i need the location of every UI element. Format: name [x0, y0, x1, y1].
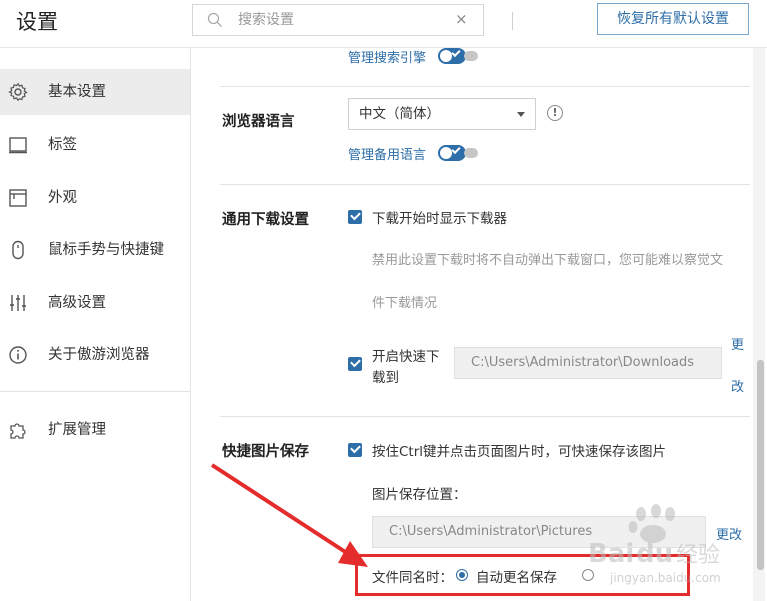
language-select[interactable]: 中文（简体） — [348, 98, 536, 130]
sidebar-item-label: 鼠标手势与快捷键 — [48, 242, 164, 258]
sidebar-item-mouse-gestures[interactable]: 鼠标手势与快捷键 — [0, 227, 190, 273]
section-divider — [220, 86, 750, 87]
sidebar-item-extensions[interactable]: 扩展管理 — [0, 407, 190, 453]
sidebar-divider — [0, 391, 190, 392]
show-downloader-label: 下载开始时显示下载器 — [372, 211, 507, 227]
change-download-path-link-line2[interactable]: 改 — [731, 376, 744, 395]
svg-text:jingyan.baidu.com: jingyan.baidu.com — [609, 571, 721, 585]
show-downloader-checkbox[interactable] — [348, 210, 362, 224]
tab-icon — [9, 137, 27, 154]
svg-text:Bai: Bai — [588, 539, 634, 569]
download-note-line1: 禁用此设置下载时将不自动弹出下载窗口，您可能难以察觉文 — [372, 253, 724, 268]
appearance-icon — [9, 189, 27, 207]
sidebar: 基本设置 标签 外观 鼠标手势与快捷键 高级设置 关于傲游浏览器 扩展管理 — [0, 48, 191, 601]
download-note-line2: 件下载情况 — [372, 296, 438, 311]
info-icon — [9, 346, 27, 364]
app-title: 设置 — [16, 10, 58, 34]
search-icon — [207, 12, 222, 27]
section-divider — [220, 184, 750, 185]
info-icon[interactable]: ! — [547, 105, 563, 121]
clear-search-icon[interactable]: × — [455, 10, 468, 28]
sidebar-item-label: 高级设置 — [48, 295, 106, 311]
sidebar-item-label: 关于傲游浏览器 — [48, 347, 150, 363]
language-select-value: 中文（简体） — [359, 106, 440, 122]
sidebar-item-label: 扩展管理 — [48, 422, 106, 438]
sidebar-item-basic-settings[interactable]: 基本设置 — [0, 69, 190, 115]
change-download-path-link-line1[interactable]: 更 — [731, 334, 744, 353]
sidebar-item-about[interactable]: 关于傲游浏览器 — [0, 332, 190, 378]
scrollbar-thumb[interactable] — [757, 360, 764, 570]
language-toggle[interactable] — [438, 144, 478, 161]
sidebar-item-advanced[interactable]: 高级设置 — [0, 280, 190, 326]
mouse-icon — [12, 240, 24, 260]
manage-search-engines-link[interactable]: 管理搜索引擎 — [348, 48, 426, 66]
sidebar-item-tabs[interactable]: 标签 — [0, 122, 190, 168]
restore-defaults-button[interactable]: 恢复所有默认设置 — [597, 3, 749, 35]
baidu-jingyan-watermark-logo: Bai du 经验 jingyan.baidu.com — [588, 504, 721, 585]
fast-download-checkbox[interactable] — [348, 357, 362, 371]
search-input[interactable] — [238, 5, 438, 35]
download-settings-title: 通用下载设置 — [222, 212, 309, 228]
sidebar-item-label: 基本设置 — [48, 84, 106, 100]
browser-language-title: 浏览器语言 — [222, 114, 295, 130]
fast-download-label-line1: 开启快速下 — [372, 349, 440, 365]
manage-languages-link[interactable]: 管理备用语言 — [348, 144, 426, 163]
dropdown-arrow-icon — [517, 112, 525, 117]
section-divider — [220, 416, 750, 417]
fast-download-label-line2: 载到 — [372, 370, 399, 386]
search-engine-toggle[interactable] — [438, 48, 478, 64]
svg-text:du: du — [636, 539, 673, 569]
ctrl-click-save-label: 按住Ctrl键并点击页面图片时，可快速保存该图片 — [372, 444, 667, 460]
sliders-icon — [10, 295, 26, 311]
search-box[interactable]: × — [192, 4, 484, 36]
svg-text:经验: 经验 — [676, 543, 720, 568]
puzzle-icon — [10, 423, 26, 439]
download-path-field[interactable]: C:\Users\Administrator\Downloads — [454, 347, 722, 379]
header-divider — [512, 12, 513, 30]
sidebar-item-label: 标签 — [48, 137, 77, 153]
sidebar-item-label: 外观 — [48, 190, 77, 206]
sidebar-item-appearance[interactable]: 外观 — [0, 175, 190, 221]
gear-icon — [8, 82, 28, 102]
